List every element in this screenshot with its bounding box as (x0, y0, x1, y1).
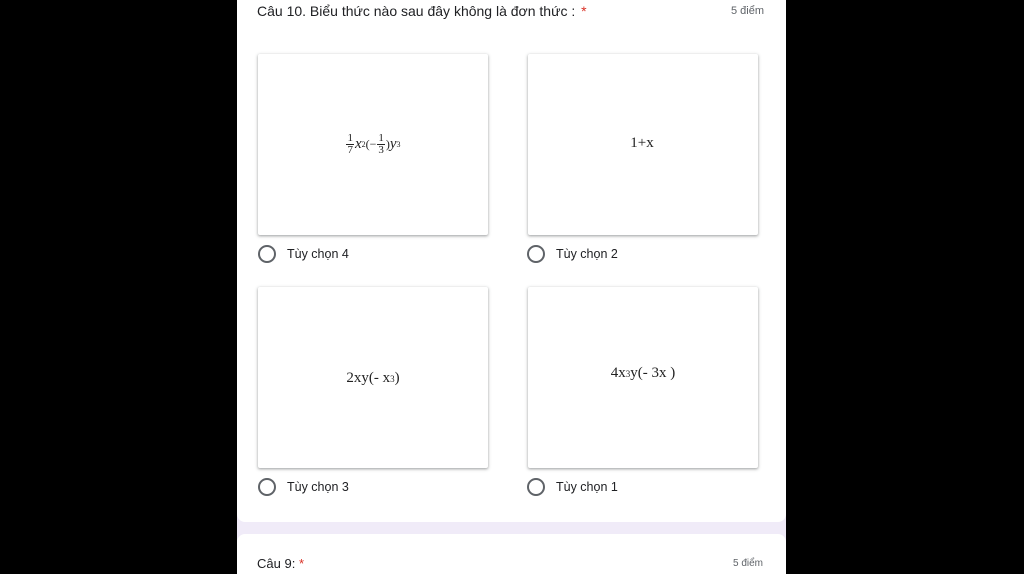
required-mark: * (581, 3, 587, 19)
radio-circle-icon[interactable] (527, 478, 545, 496)
formula-1: 17 x2 (− 13 ) y 3 (346, 132, 401, 156)
option-radio-2[interactable]: Tùy chọn 2 (527, 245, 618, 263)
question-points: 5 điểm (730, 5, 764, 17)
next-question-title: Câu 9: * (257, 556, 304, 571)
option-image-4[interactable]: 4x 3 y(- 3x ) (528, 287, 758, 468)
radio-circle-icon[interactable] (258, 245, 276, 263)
option-radio-1[interactable]: Tùy chọn 1 (527, 478, 618, 496)
next-question-points: 5 điểm (733, 558, 764, 569)
radio-circle-icon[interactable] (527, 245, 545, 263)
option-image-3[interactable]: 2xy(- x3 ) (258, 287, 488, 468)
option-image-1[interactable]: 17 x2 (− 13 ) y 3 (258, 54, 488, 235)
question-title: Câu 10. Biểu thức nào sau đây không là đ… (257, 3, 587, 19)
option-radio-3[interactable]: Tùy chọn 3 (258, 478, 349, 496)
formula-3: 2xy(- x3 ) (346, 370, 400, 386)
formula-4: 4x 3 y(- 3x ) (610, 365, 676, 381)
option-radio-4[interactable]: Tùy chọn 4 (258, 245, 349, 263)
formula-2: 1+x (630, 135, 654, 151)
radio-circle-icon[interactable] (258, 478, 276, 496)
next-question-card (237, 534, 786, 574)
option-image-2[interactable]: 1+x (528, 54, 758, 235)
